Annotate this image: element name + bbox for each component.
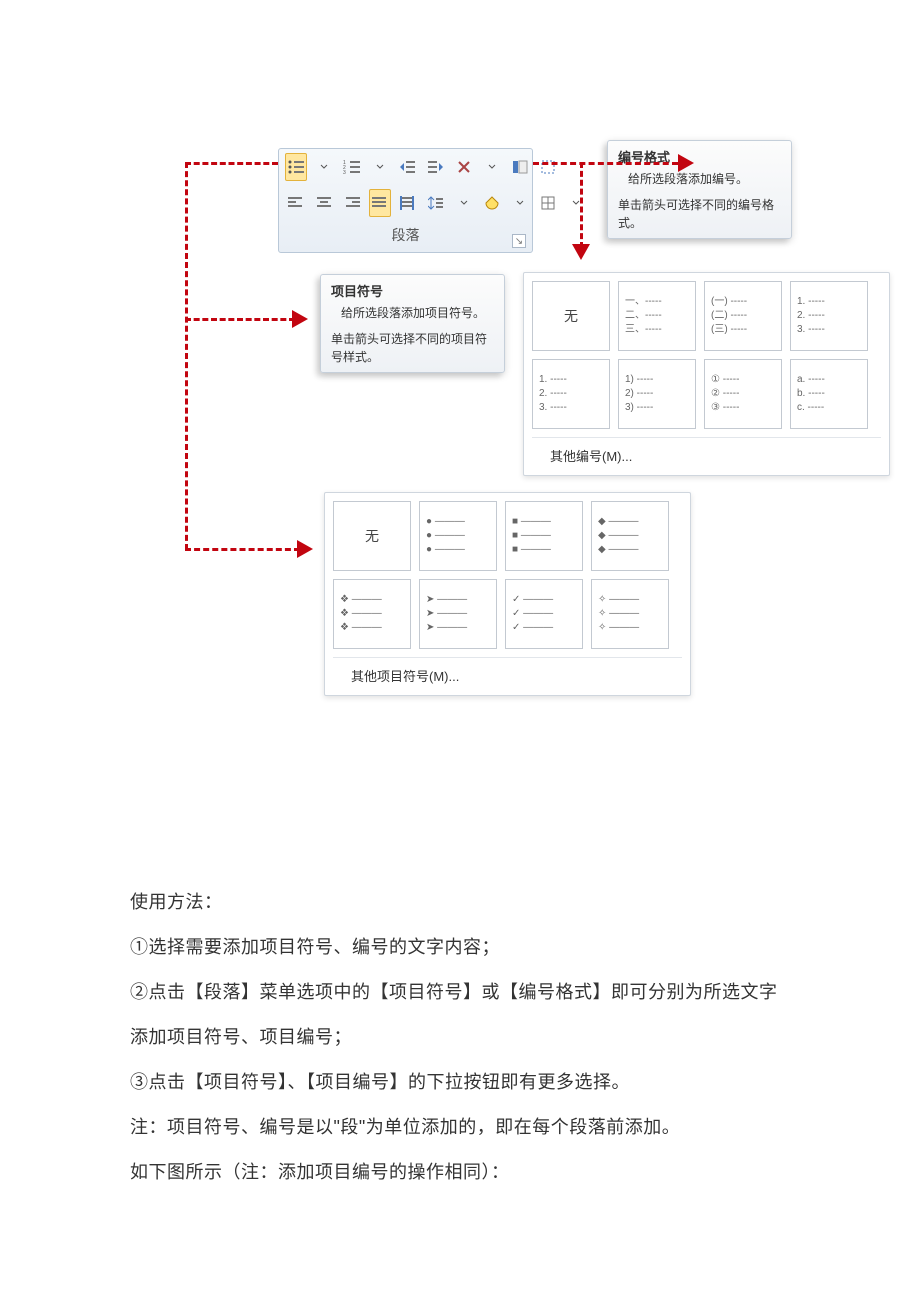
gallery-cell[interactable]: (一) -----(二) -----(三) ----- (704, 281, 782, 351)
tooltip-numbering: 编号格式 给所选段落添加编号。 单击箭头可选择不同的编号格式。 (607, 140, 792, 239)
arrow-line (185, 162, 188, 550)
gallery-cell[interactable]: ● ———● ———● ——— (419, 501, 497, 571)
arrow-head-icon (678, 154, 694, 172)
clear-dropdown[interactable] (481, 153, 503, 181)
gallery-more-numbering[interactable]: 其他编号(M)... (532, 437, 881, 475)
gallery-cell[interactable]: 1) -----2) -----3) ----- (618, 359, 696, 429)
tooltip-line: 单击箭头可选择不同的编号格式。 (618, 196, 781, 232)
svg-text:3: 3 (343, 170, 346, 175)
align-center-button[interactable] (313, 189, 335, 217)
numbering-dropdown[interactable] (369, 153, 391, 181)
clear-format-button[interactable] (453, 153, 475, 181)
borders-dropdown[interactable] (565, 189, 587, 217)
gallery-cell[interactable]: ✧ ———✧ ———✧ ——— (591, 579, 669, 649)
bullets-gallery: 无 ● ———● ———● ——— ■ ———■ ———■ ——— ◆ ———◆… (324, 492, 691, 696)
line-spacing-button[interactable] (425, 189, 447, 217)
gallery-none[interactable]: 无 (333, 501, 411, 571)
arrow-line (185, 318, 295, 321)
arrow-head-icon (572, 244, 590, 260)
gallery-cell[interactable]: ➤ ———➤ ———➤ ——— (419, 579, 497, 649)
gallery-cell[interactable]: ■ ———■ ———■ ——— (505, 501, 583, 571)
dialog-launcher[interactable]: ↘ (512, 234, 526, 248)
instructions-line: 注：项目符号、编号是以"段"为单位添加的，即在每个段落前添加。 (130, 1105, 790, 1150)
gallery-cell[interactable]: ❖ ———❖ ———❖ ——— (333, 579, 411, 649)
ribbon-paragraph-group: 123 段落 ↘ (278, 148, 533, 253)
instructions-line: ②点击【段落】菜单选项中的【项目符号】或【编号格式】即可分别为所选文字添加项目符… (130, 970, 790, 1060)
borders-button[interactable] (537, 189, 559, 217)
distribute-button[interactable] (397, 189, 419, 217)
align-justify-button[interactable] (369, 189, 391, 217)
bullets-button[interactable] (285, 153, 307, 181)
tooltip-title: 项目符号 (331, 281, 494, 300)
gallery-cell[interactable]: 一、-----二、-----三、----- (618, 281, 696, 351)
increase-indent-button[interactable] (425, 153, 447, 181)
shading-button[interactable] (481, 189, 503, 217)
gallery-cell[interactable]: a. -----b. -----c. ----- (790, 359, 868, 429)
gallery-cell[interactable]: 1. -----2. -----3. ----- (532, 359, 610, 429)
gallery-cell[interactable]: ✓ ———✓ ———✓ ——— (505, 579, 583, 649)
gallery-cell[interactable]: ◆ ———◆ ———◆ ——— (591, 501, 669, 571)
arrow-line (185, 162, 278, 165)
gallery-more-bullets[interactable]: 其他项目符号(M)... (333, 657, 682, 695)
decrease-indent-button[interactable] (397, 153, 419, 181)
instructions-text: 使用方法： ①选择需要添加项目符号、编号的文字内容； ②点击【段落】菜单选项中的… (130, 880, 790, 1195)
arrow-line (185, 548, 300, 551)
gallery-cell[interactable]: ① -----② -----③ ----- (704, 359, 782, 429)
text-tools-button[interactable] (509, 153, 531, 181)
arrow-head-icon (292, 310, 308, 328)
instructions-line: 如下图所示（注：添加项目编号的操作相同）： (130, 1150, 790, 1195)
align-right-button[interactable] (341, 189, 363, 217)
arrow-line (580, 162, 583, 248)
ribbon-group-label: 段落 (279, 221, 532, 245)
numbering-button[interactable]: 123 (341, 153, 363, 181)
line-spacing-dropdown[interactable] (453, 189, 475, 217)
tooltip-bullets: 项目符号 给所选段落添加项目符号。 单击箭头可选择不同的项目符号样式。 (320, 274, 505, 373)
selection-button[interactable] (537, 153, 559, 181)
diagram-area: 123 段落 ↘ 编号格式 给所选段落添加编号。 (130, 140, 790, 720)
instructions-line: ①选择需要添加项目符号、编号的文字内容； (130, 925, 790, 970)
tooltip-line: 单击箭头可选择不同的项目符号样式。 (331, 330, 494, 366)
gallery-none[interactable]: 无 (532, 281, 610, 351)
gallery-cell[interactable]: 1. -----2. -----3. ----- (790, 281, 868, 351)
instructions-heading: 使用方法： (130, 880, 790, 925)
shading-dropdown[interactable] (509, 189, 531, 217)
tooltip-line: 给所选段落添加编号。 (618, 170, 781, 188)
instructions-line: ③点击【项目符号】、【项目编号】的下拉按钮即有更多选择。 (130, 1060, 790, 1105)
arrow-head-icon (297, 540, 313, 558)
numbering-gallery: 无 一、-----二、-----三、----- (一) -----(二) ---… (523, 272, 890, 476)
bullets-dropdown[interactable] (313, 153, 335, 181)
tooltip-line: 给所选段落添加项目符号。 (331, 304, 494, 322)
arrow-line (533, 162, 678, 165)
align-left-button[interactable] (285, 189, 307, 217)
